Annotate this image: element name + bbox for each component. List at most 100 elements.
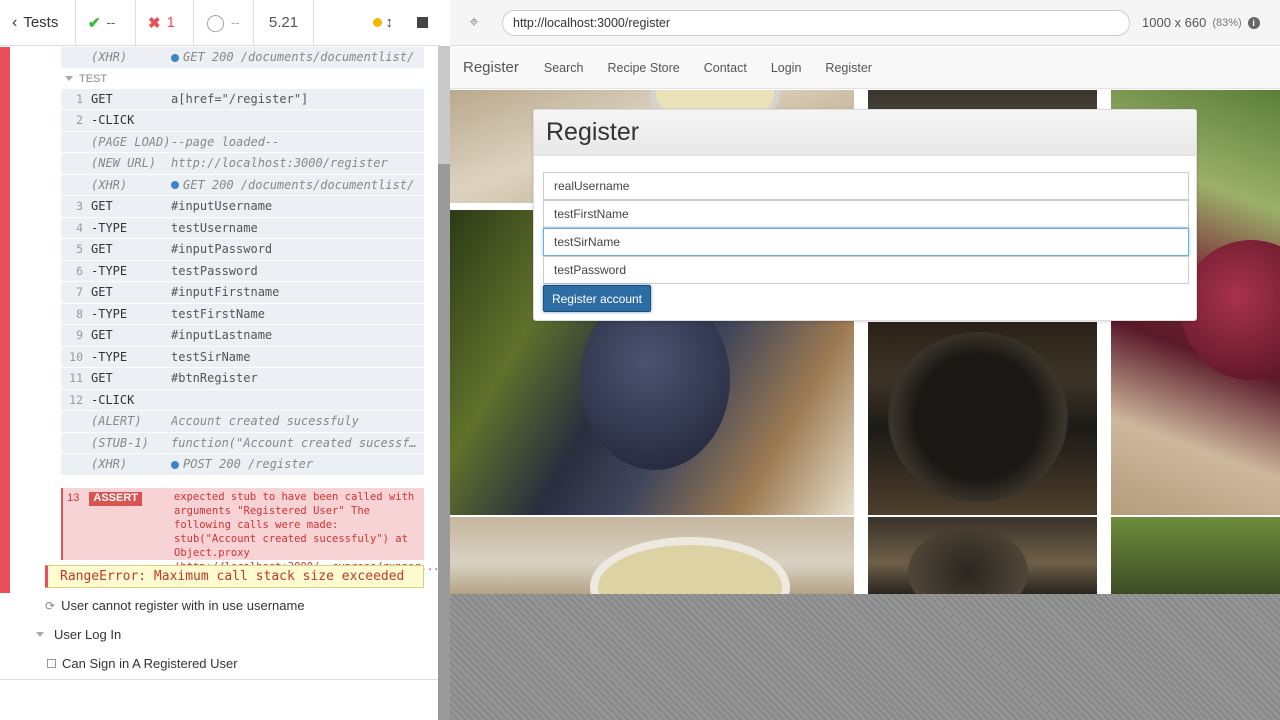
- command-row[interactable]: (PAGE LOAD) --page loaded--: [61, 131, 424, 153]
- nav-recipe-store[interactable]: Recipe Store: [607, 61, 679, 75]
- command-row[interactable]: 6 -TYPE testPassword: [61, 260, 424, 282]
- command-row[interactable]: 12 -CLICK: [61, 389, 424, 411]
- reporter-panel: (XHR) GET 200 /documents/documentlist/TES…: [0, 47, 440, 720]
- background-photo: [450, 517, 854, 594]
- command-row[interactable]: (STUB-1) function("Account created sucess…: [61, 432, 424, 454]
- command-row[interactable]: (NEW URL) http://localhost:3000/register: [61, 153, 424, 175]
- command-row[interactable]: 10 -TYPE testSirName: [61, 346, 424, 368]
- command-name: (ALERT): [91, 414, 142, 429]
- app-under-test: Register Search Recipe Store Contact Log…: [450, 47, 1280, 594]
- command-row[interactable]: (XHR) GET 200 /documents/documentlist/: [61, 174, 424, 196]
- stop-icon[interactable]: [417, 17, 428, 28]
- command-message-text: testPassword: [171, 263, 258, 278]
- command-name: -TYPE: [91, 263, 128, 278]
- nav-search[interactable]: Search: [544, 61, 584, 75]
- command-name: (NEW URL): [91, 156, 157, 171]
- error-message[interactable]: RangeError: Maximum call stack size exce…: [45, 565, 424, 588]
- command-message-text: #inputUsername: [171, 199, 273, 214]
- reporter-header: ‹ Tests ✔ -- ✖ 1 ◯ -- 5.21 ↕: [0, 0, 440, 46]
- aut-header: ⌖ http://localhost:3000/register 1000 x …: [450, 0, 1280, 46]
- test-user-cannot-register[interactable]: ⟳ User cannot register with in use usern…: [45, 598, 305, 613]
- firstname-field[interactable]: testFirstName: [543, 200, 1189, 228]
- command-message: testPassword: [171, 264, 424, 278]
- viewport-scale: (83%): [1212, 16, 1242, 29]
- password-field[interactable]: testPassword: [543, 256, 1189, 284]
- auto-scroll-icon[interactable]: ↕: [386, 14, 394, 31]
- nav-contact[interactable]: Contact: [704, 61, 747, 75]
- lastname-field[interactable]: testSirName: [543, 228, 1189, 256]
- command-name: (STUB-1): [91, 435, 149, 450]
- command-row[interactable]: 3 GET #inputUsername: [61, 196, 424, 218]
- cross-icon: ✖: [148, 14, 161, 32]
- register-account-button[interactable]: Register account: [543, 285, 651, 312]
- command-name: GET: [91, 199, 113, 214]
- xhr-status-dot-icon: [171, 460, 179, 469]
- nav-login[interactable]: Login: [771, 61, 802, 75]
- caret-down-icon: [65, 76, 73, 81]
- test-title: User cannot register with in use usernam…: [61, 598, 305, 613]
- command-number: 3: [76, 199, 83, 214]
- command-message: #inputLastname: [171, 328, 424, 342]
- duration: 5.21: [254, 0, 314, 46]
- command-row[interactable]: 11 GET #btnRegister: [61, 368, 424, 390]
- info-icon[interactable]: i: [1247, 16, 1260, 29]
- command-row[interactable]: 2 -CLICK: [61, 110, 424, 132]
- nav-register[interactable]: Register: [825, 61, 872, 75]
- command-message-text: POST 200 /register: [183, 457, 314, 472]
- failed-count[interactable]: ✖ 1: [136, 0, 194, 46]
- command-name: -CLICK: [91, 392, 135, 407]
- command-number: 8: [76, 306, 83, 321]
- suite-user-log-in[interactable]: User Log In: [36, 627, 121, 642]
- scrollbar-thumb[interactable]: [438, 164, 450, 720]
- command-row[interactable]: 7 GET #inputFirstname: [61, 282, 424, 304]
- command-message-text: GET 200 /documents/documentlist/: [183, 177, 415, 192]
- command-message: function("Account created sucessfuly"): [171, 436, 424, 450]
- test-can-sign-in[interactable]: Can Sign in A Registered User: [47, 656, 238, 671]
- command-message-text: Account created sucessfuly: [171, 414, 359, 429]
- register-panel: Register realUsername testFirstName test…: [533, 109, 1197, 321]
- suite-title: User Log In: [54, 627, 122, 642]
- command-number: 10: [69, 349, 83, 364]
- username-field[interactable]: realUsername: [543, 172, 1189, 200]
- section-title: TEST: [79, 72, 108, 85]
- command-name: -TYPE: [91, 349, 128, 364]
- command-row[interactable]: 5 GET #inputPassword: [61, 239, 424, 261]
- command-row[interactable]: (XHR) GET 200 /documents/documentlist/: [61, 47, 424, 69]
- reporter-scrollbar[interactable]: [438, 46, 450, 720]
- command-message-text: a[href="/register"]: [171, 91, 309, 106]
- command-row[interactable]: 1 GET a[href="/register"]: [61, 88, 424, 110]
- passed-count[interactable]: ✔ --: [76, 0, 136, 46]
- command-row[interactable]: (XHR) POST 200 /register: [61, 454, 424, 476]
- app-brand[interactable]: Register: [463, 59, 519, 76]
- viewport-info[interactable]: 1000 x 660 (83%) i: [1142, 15, 1260, 30]
- selector-playground-icon[interactable]: ⌖: [450, 14, 498, 32]
- command-row[interactable]: 8 -TYPE testFirstName: [61, 303, 424, 325]
- command-message-text: --page loaded--: [171, 134, 280, 149]
- assert-command[interactable]: 13 ASSERT expected stub to have been cal…: [61, 488, 440, 573]
- command-number: 6: [76, 263, 83, 278]
- url-field[interactable]: http://localhost:3000/register: [502, 9, 1130, 36]
- command-name: -CLICK: [91, 113, 135, 128]
- command-row[interactable]: 9 GET #inputLastname: [61, 325, 424, 347]
- command-row[interactable]: 4 -TYPE testUsername: [61, 217, 424, 239]
- command-name: (PAGE LOAD): [91, 134, 171, 149]
- aut-empty-area: [450, 594, 1280, 720]
- tests-button[interactable]: ‹ Tests: [0, 0, 76, 46]
- command-number: 7: [76, 285, 83, 300]
- command-message-text: #btnRegister: [171, 371, 258, 386]
- pending-count[interactable]: ◯ --: [194, 0, 254, 46]
- passed-value: --: [106, 15, 116, 30]
- command-message-text: testUsername: [171, 220, 258, 235]
- command-name: -TYPE: [91, 306, 128, 321]
- running-dot-icon: [372, 18, 382, 27]
- command-number: 2: [76, 113, 83, 128]
- command-name: (XHR): [91, 177, 128, 192]
- chevron-left-icon: ‹: [12, 13, 18, 31]
- pending-circle-icon: ◯: [206, 12, 226, 32]
- command-row[interactable]: (ALERT) Account created sucessfuly: [61, 411, 424, 433]
- failed-value: 1: [166, 14, 175, 31]
- xhr-status-dot-icon: [171, 53, 179, 62]
- command-message-text: #inputPassword: [171, 242, 273, 257]
- command-message-text: GET 200 /documents/documentlist/: [183, 50, 415, 65]
- command-number: 1: [76, 91, 83, 106]
